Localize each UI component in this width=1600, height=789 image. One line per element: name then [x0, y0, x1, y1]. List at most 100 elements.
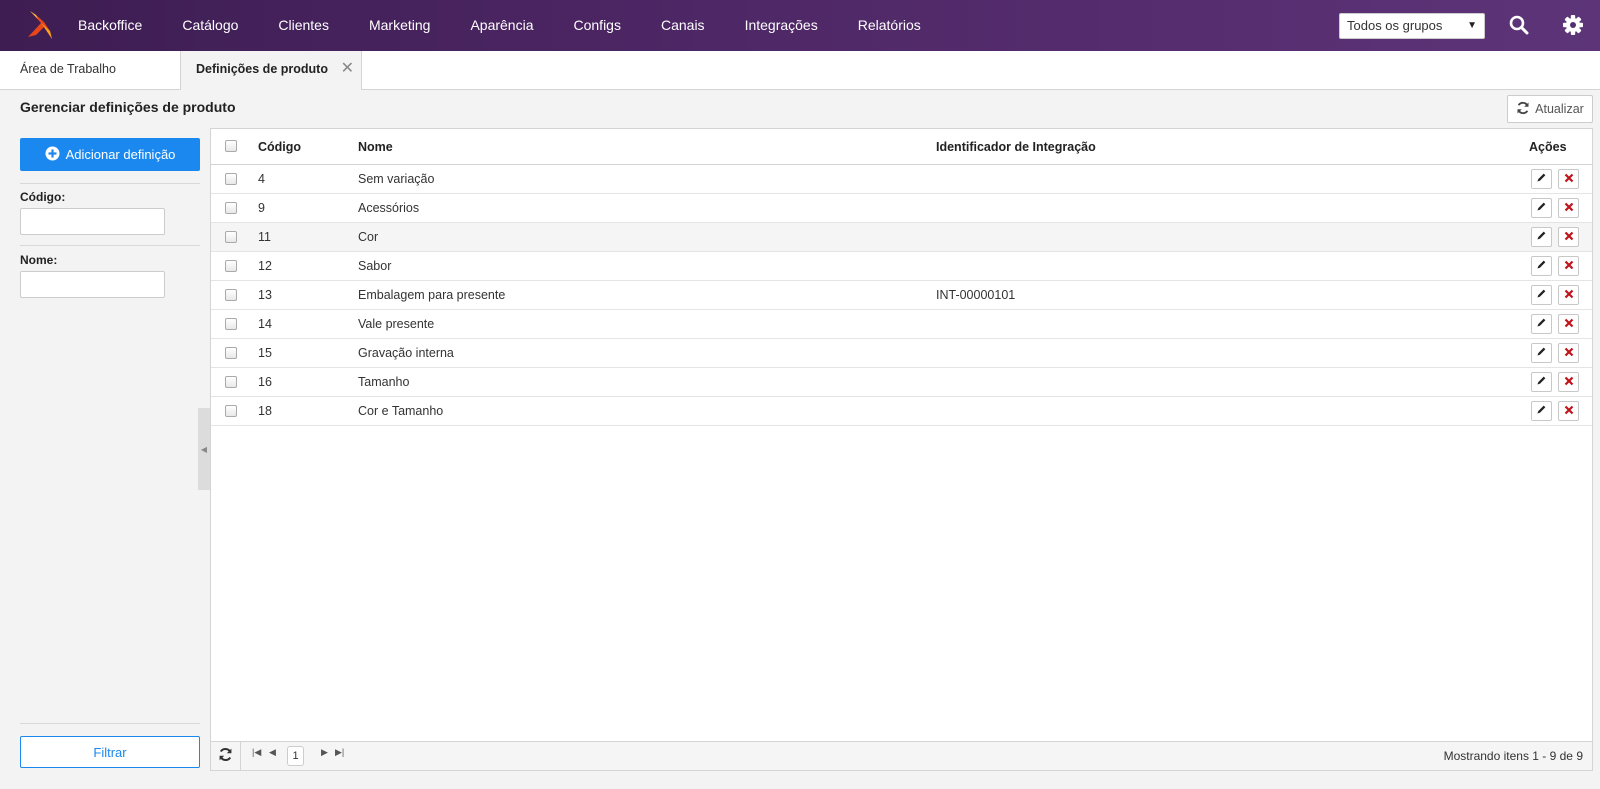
- edit-button[interactable]: [1531, 343, 1552, 363]
- header-actions: Ações: [1529, 140, 1567, 154]
- header-code[interactable]: Código: [258, 129, 301, 165]
- pencil-icon: [1536, 404, 1547, 418]
- edit-button[interactable]: [1531, 256, 1552, 276]
- table-row[interactable]: 9 Acessórios: [211, 194, 1592, 223]
- pencil-icon: [1536, 346, 1547, 360]
- nav-item-relatorios[interactable]: Relatórios: [838, 0, 941, 51]
- cell-name: Sabor: [358, 259, 392, 273]
- brand-logo[interactable]: [24, 9, 56, 41]
- edit-button[interactable]: [1531, 169, 1552, 189]
- name-filter-input[interactable]: [20, 271, 165, 298]
- search-icon[interactable]: [1506, 12, 1532, 38]
- nav-item-marketing[interactable]: Marketing: [349, 0, 450, 51]
- add-definition-button[interactable]: Adicionar definição: [20, 138, 200, 171]
- delete-button[interactable]: [1558, 372, 1579, 392]
- delete-x-icon: [1564, 259, 1574, 273]
- row-checkbox[interactable]: [225, 289, 237, 301]
- collapse-panel-handle[interactable]: ◀: [198, 408, 210, 490]
- delete-x-icon: [1564, 404, 1574, 418]
- delete-button[interactable]: [1558, 401, 1579, 421]
- divider: [20, 183, 200, 184]
- edit-button[interactable]: [1531, 285, 1552, 305]
- edit-button[interactable]: [1531, 198, 1552, 218]
- delete-button[interactable]: [1558, 285, 1579, 305]
- delete-x-icon: [1564, 230, 1574, 244]
- pager-refresh-button[interactable]: [211, 742, 241, 770]
- close-icon[interactable]: ✕: [341, 51, 354, 87]
- delete-button[interactable]: [1558, 343, 1579, 363]
- row-checkbox[interactable]: [225, 260, 237, 272]
- row-checkbox[interactable]: [225, 231, 237, 243]
- next-page-icon[interactable]: ▶: [321, 747, 328, 758]
- cell-code: 14: [258, 317, 272, 331]
- filter-button[interactable]: Filtrar: [20, 736, 200, 768]
- edit-button[interactable]: [1531, 227, 1552, 247]
- refresh-icon: [218, 747, 233, 765]
- table-row[interactable]: 13 Embalagem para presente INT-00000101: [211, 281, 1592, 310]
- refresh-label: Atualizar: [1535, 102, 1584, 116]
- delete-x-icon: [1564, 201, 1574, 215]
- nav-item-configs[interactable]: Configs: [554, 0, 641, 51]
- cell-name: Vale presente: [358, 317, 435, 331]
- edit-button[interactable]: [1531, 401, 1552, 421]
- row-checkbox[interactable]: [225, 173, 237, 185]
- nav-item-clientes[interactable]: Clientes: [258, 0, 349, 51]
- row-checkbox[interactable]: [225, 318, 237, 330]
- row-checkbox[interactable]: [225, 376, 237, 388]
- cell-code: 18: [258, 404, 272, 418]
- delete-button[interactable]: [1558, 227, 1579, 247]
- main-nav: Backoffice Catálogo Clientes Marketing Aparê…: [58, 0, 941, 51]
- nav-item-catalogo[interactable]: Catálogo: [162, 0, 258, 51]
- table-row[interactable]: 18 Cor e Tamanho: [211, 397, 1592, 426]
- last-page-icon[interactable]: ▶|: [335, 747, 344, 758]
- delete-x-icon: [1564, 288, 1574, 302]
- edit-button[interactable]: [1531, 314, 1552, 334]
- cell-name: Tamanho: [358, 375, 410, 389]
- cell-name: Sem variação: [358, 172, 435, 186]
- cell-code: 9: [258, 201, 265, 215]
- tab-product-definitions[interactable]: Definições de produto ✕: [180, 51, 362, 90]
- select-all-checkbox[interactable]: [225, 140, 237, 152]
- nav-item-aparencia[interactable]: Aparência: [450, 0, 553, 51]
- delete-button[interactable]: [1558, 256, 1579, 276]
- table-row[interactable]: 15 Gravação interna: [211, 339, 1592, 368]
- delete-button[interactable]: [1558, 169, 1579, 189]
- table-row[interactable]: 14 Vale presente: [211, 310, 1592, 339]
- cell-code: 11: [258, 230, 271, 244]
- cell-name: Cor: [358, 230, 379, 244]
- delete-button[interactable]: [1558, 314, 1579, 334]
- cell-code: 12: [258, 259, 272, 273]
- code-filter-label: Código:: [20, 190, 66, 204]
- tab-desktop[interactable]: Área de Trabalho: [20, 51, 116, 90]
- add-definition-label: Adicionar definição: [65, 147, 176, 162]
- prev-page-icon[interactable]: ◀: [269, 747, 276, 758]
- nav-item-backoffice[interactable]: Backoffice: [58, 0, 162, 51]
- first-page-icon[interactable]: |◀: [252, 747, 261, 758]
- table-row[interactable]: 4 Sem variação: [211, 165, 1592, 194]
- pencil-icon: [1536, 317, 1547, 331]
- nav-item-integracoes[interactable]: Integrações: [725, 0, 838, 51]
- plus-circle-icon: [45, 146, 60, 164]
- divider: [20, 723, 200, 724]
- nav-item-canais[interactable]: Canais: [641, 0, 725, 51]
- row-checkbox[interactable]: [225, 202, 237, 214]
- header-integration-id[interactable]: Identificador de Integração: [936, 129, 1096, 165]
- cell-name: Acessórios: [358, 201, 420, 215]
- code-filter-input[interactable]: [20, 208, 165, 235]
- row-checkbox[interactable]: [225, 405, 237, 417]
- pager-info: Mostrando itens 1 - 9 de 9: [1443, 749, 1583, 763]
- row-checkbox[interactable]: [225, 347, 237, 359]
- cell-code: 16: [258, 375, 272, 389]
- group-select[interactable]: Todos os grupos ▼: [1339, 13, 1485, 39]
- divider: [20, 245, 200, 246]
- refresh-button[interactable]: Atualizar: [1507, 95, 1593, 123]
- table-row[interactable]: 12 Sabor: [211, 252, 1592, 281]
- current-page[interactable]: 1: [287, 746, 304, 766]
- header-name[interactable]: Nome: [358, 129, 393, 165]
- delete-x-icon: [1564, 375, 1574, 389]
- edit-button[interactable]: [1531, 372, 1552, 392]
- table-row[interactable]: 11 Cor: [211, 223, 1592, 252]
- gear-icon[interactable]: [1560, 12, 1586, 38]
- delete-button[interactable]: [1558, 198, 1579, 218]
- table-row[interactable]: 16 Tamanho: [211, 368, 1592, 397]
